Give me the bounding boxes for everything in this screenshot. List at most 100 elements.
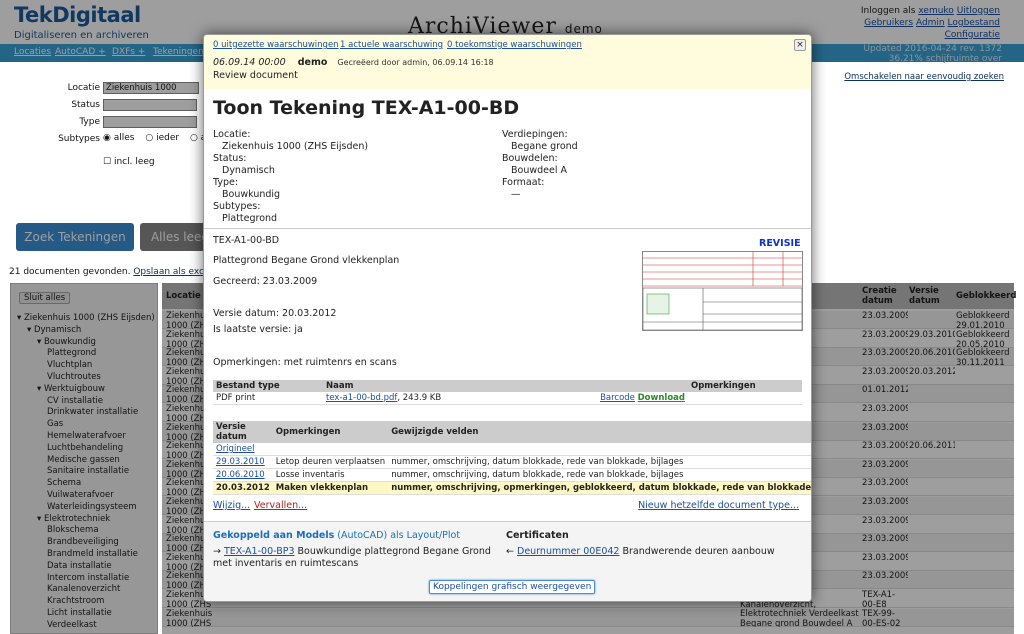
- version-row[interactable]: 20.03.2012 Maken vlekkenplan nummer, omsch…: [213, 481, 811, 495]
- simple-search-link[interactable]: Omschakelen naar eenvoudig zoeken: [844, 72, 1004, 82]
- tree-item[interactable]: Hemelwaterafvoer: [47, 431, 126, 441]
- version-date-link[interactable]: 20.06.2010: [216, 470, 265, 480]
- download-link[interactable]: Download: [638, 393, 685, 403]
- tree-item[interactable]: Blokschema: [47, 525, 99, 535]
- logout-link[interactable]: Uitloggen: [957, 6, 1000, 16]
- type-select[interactable]: [103, 116, 197, 128]
- barcode-link[interactable]: Barcode: [600, 393, 635, 403]
- tree-item[interactable]: CV installatie: [47, 396, 103, 406]
- cell-creatie: 23.03.2009: [862, 366, 908, 377]
- tree-item[interactable]: Drinkwater installatie: [47, 407, 138, 417]
- revisie-label: REVISIE: [759, 238, 801, 249]
- cell-creatie: 23.03.2009: [862, 515, 908, 526]
- tree-item[interactable]: Vluchtplan: [47, 360, 92, 370]
- warnings-disabled-link[interactable]: 0 uitgezette waarschuwingen: [213, 40, 339, 50]
- tree-item[interactable]: Medische gassen: [47, 455, 120, 465]
- edit-link[interactable]: Wijzig...: [213, 500, 250, 511]
- status-select[interactable]: [103, 99, 197, 111]
- tree-item[interactable]: Intercom installatie: [47, 573, 129, 583]
- warnings-current-link[interactable]: 1 actuele waarschuwing: [340, 40, 443, 50]
- cert-link[interactable]: Deurnummer 00E042: [517, 546, 619, 557]
- found-text: 21 documenten gevonden.: [9, 267, 131, 277]
- incl-leeg-checkbox[interactable]: ☐ incl. leeg: [103, 157, 155, 167]
- tree-item[interactable]: Kanalenoverzicht: [47, 584, 120, 594]
- prop-value: Ziekenhuis 1000 (ZHS Eijsden): [222, 141, 369, 152]
- prop-value: Bouwkundig: [222, 189, 281, 200]
- file-name-link[interactable]: tex-a1-00-bd.pdf: [326, 393, 397, 403]
- col-geblokkeerd[interactable]: Geblokkeerd: [956, 291, 1016, 301]
- tree-item[interactable]: Krachtstroom: [47, 596, 104, 606]
- tree-item[interactable]: Luchtbehandeling: [47, 443, 123, 453]
- col-creatie[interactable]: Creatie datum: [862, 286, 904, 306]
- close-icon[interactable]: ×: [794, 39, 806, 51]
- divider: [204, 228, 811, 229]
- tree-item[interactable]: Sanitaire installatie: [47, 466, 129, 476]
- version-date-link[interactable]: 29.03.2010: [216, 457, 265, 467]
- linked-model-link[interactable]: TEX-A1-00-BP3: [224, 546, 295, 557]
- search-button[interactable]: Zoek Tekeningen: [16, 223, 134, 251]
- tree-item[interactable]: Waterleidingsysteem: [47, 502, 137, 512]
- tree-item[interactable]: Schema: [47, 478, 81, 488]
- cell-geblokkeerd: [956, 423, 1012, 441]
- cell-creatie: 23.03.2009: [862, 497, 908, 507]
- radio-alles[interactable]: ◉ alles: [103, 133, 134, 143]
- table-row[interactable]: Ziekenhuis 1000 (ZHS Eijsden) Elektrotech…: [162, 608, 1014, 627]
- radio-ieder[interactable]: ○ ieder: [145, 133, 179, 143]
- nav-dxfs[interactable]: DXFs +: [112, 47, 145, 57]
- version-remark: [272, 443, 389, 456]
- linked-title-link[interactable]: Gekoppeld aan Models: [213, 530, 334, 541]
- tree-item[interactable]: ▾ Bouwkundig: [37, 337, 96, 347]
- type-label: Type: [79, 117, 100, 127]
- version-row[interactable]: Origineel: [213, 443, 811, 456]
- cell-versie: [909, 460, 955, 478]
- cell-geblokkeerd: [956, 460, 1012, 478]
- logo-tagline: Digitaliseren en archiveren: [14, 30, 149, 41]
- tree-item[interactable]: Plattegrond: [47, 348, 96, 358]
- nav-autocad[interactable]: AutoCAD +: [55, 47, 106, 57]
- tree-item[interactable]: Brandbeveiliging: [47, 537, 119, 547]
- tree-item[interactable]: ▾ Ziekenhuis 1000 (ZHS Eijsden): [17, 313, 155, 323]
- tree-item[interactable]: ▾ Werktuigbouw: [37, 384, 105, 394]
- radio-alles-label: alles: [113, 133, 135, 143]
- tree-item[interactable]: Brandmeld installatie: [47, 549, 138, 559]
- tree-item[interactable]: Gas: [47, 419, 63, 429]
- version-row[interactable]: 29.03.2010 Letop deuren verplaatsen nummer…: [213, 455, 811, 469]
- user-prefix: Inloggen als: [860, 6, 916, 16]
- version-row[interactable]: 20.06.2010 Losse inventaris nummer, omschr…: [213, 468, 811, 482]
- file-size: , 243.9 KB: [397, 393, 442, 403]
- col-locatie[interactable]: Locatie: [166, 291, 201, 301]
- user-name-link[interactable]: xemuko: [918, 6, 953, 16]
- files-col-remarks: Opmerkingen: [688, 380, 802, 392]
- files-col-type: Bestand type: [213, 380, 323, 392]
- cert-item: ← Deurnummer 00E042 Brandwerende deuren …: [506, 546, 806, 558]
- locatie-field[interactable]: Ziekenhuis 1000 (ZHS E: [103, 82, 199, 94]
- admin-link[interactable]: Admin: [916, 18, 945, 28]
- cell-versie: [909, 423, 955, 441]
- version-date-link[interactable]: Origineel: [216, 444, 255, 454]
- nav-locaties[interactable]: Locaties: [14, 47, 51, 57]
- tree-item[interactable]: Verdeelkast: [47, 620, 97, 630]
- tree-item[interactable]: Data installatie: [47, 561, 112, 571]
- certs-heading: Certificaten: [506, 530, 569, 541]
- new-same-type-link[interactable]: Nieuw hetzelfde document type...: [638, 500, 799, 511]
- cell-versie: [909, 311, 955, 329]
- logfile-link[interactable]: Logbestand: [948, 18, 1000, 28]
- tree-item[interactable]: ▾ Dynamisch: [27, 325, 81, 335]
- col-versie[interactable]: Versie datum: [909, 286, 949, 306]
- prop-value: Begane grond: [511, 141, 578, 152]
- version-remark: Letop deuren verplaatsen: [272, 455, 389, 469]
- tree-item[interactable]: Licht installatie: [47, 608, 112, 618]
- users-link[interactable]: Gebruikers: [864, 18, 913, 28]
- warnings-future-link[interactable]: 0 toekomstige waarschuwingen: [447, 40, 582, 50]
- tree-item[interactable]: ▾ Elektrotechniek: [37, 514, 110, 524]
- drawing-thumbnail[interactable]: [642, 251, 803, 331]
- review-text: Review document: [213, 70, 298, 81]
- tree-item[interactable]: Vluchtroutes: [47, 372, 101, 382]
- close-all-button[interactable]: Sluit alles: [19, 292, 71, 304]
- cell-versie: 20.03.2012: [909, 366, 955, 377]
- versions-col-date: Versie datum: [213, 421, 273, 443]
- expire-link[interactable]: Vervallen...: [254, 500, 307, 511]
- tree-item[interactable]: Vuilwaterafvoer: [47, 490, 114, 500]
- graph-links-button[interactable]: Koppelingen grafisch weergegeven: [429, 580, 596, 594]
- config-link[interactable]: Configuratie: [945, 30, 1000, 40]
